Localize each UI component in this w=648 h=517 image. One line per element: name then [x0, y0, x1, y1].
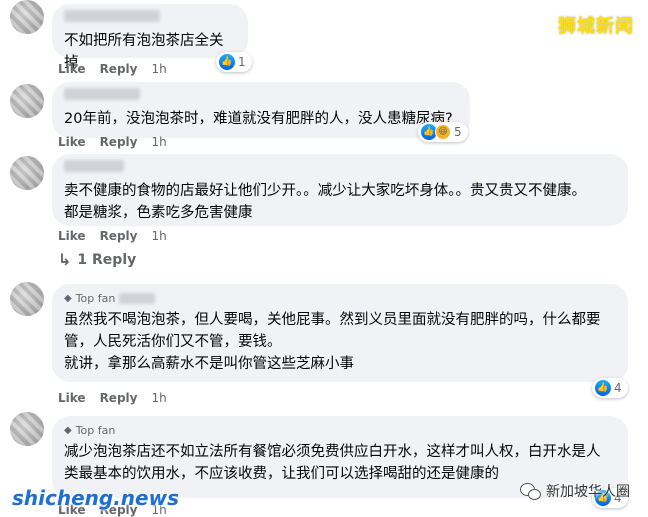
comment-text: 减少泡泡茶店还不如立法所有餐馆必须免费供应白开水，这样才叫人权，白开水是人 类最…: [64, 444, 601, 482]
comment-bubble: 不如把所有泡泡茶店全关掉: [52, 4, 248, 71]
top-fan-badge: ◆ Top fan: [64, 424, 116, 437]
timestamp[interactable]: 1h: [151, 135, 166, 149]
commenter-name[interactable]: [64, 160, 124, 172]
avatar[interactable]: [10, 156, 44, 190]
commenter-name[interactable]: [64, 10, 160, 22]
avatar[interactable]: [10, 84, 44, 118]
like-button[interactable]: Like: [58, 62, 86, 76]
like-reaction-icon: 👍: [219, 54, 235, 70]
reply-button[interactable]: Reply: [100, 62, 138, 76]
reaction-count[interactable]: 👍 😆 5: [418, 122, 468, 142]
top-fan-badge: ◆ Top fan: [64, 292, 616, 305]
watermark-wechat: 新加坡华人圈: [520, 481, 630, 501]
comment-bubble: ◆ Top fan 虽然我不喝泡泡茶，但人要喝，关他屁事。然到义员里面就没有肥胖…: [52, 284, 628, 382]
comment-actions: Like Reply 1h: [58, 229, 167, 243]
avatar[interactable]: [10, 412, 44, 446]
comment-actions: Like Reply 1h: [58, 135, 167, 149]
like-reaction-icon: 👍: [595, 380, 611, 396]
comment-text: 虽然我不喝泡泡茶，但人要喝，关他屁事。然到义员里面就没有肥胖的吗，什么都要 管，…: [64, 312, 601, 372]
reaction-count[interactable]: 👍 4: [592, 378, 628, 398]
comment-actions: Like Reply 1h: [58, 62, 167, 76]
timestamp[interactable]: 1h: [151, 62, 166, 76]
comment-bubble: 20年前，没泡泡茶时，难道就没有肥胖的人，没人患糖尿病?: [52, 82, 470, 138]
avatar[interactable]: [10, 282, 44, 316]
reply-button[interactable]: Reply: [100, 229, 138, 243]
like-button[interactable]: Like: [58, 229, 86, 243]
like-button[interactable]: Like: [58, 135, 86, 149]
reply-arrow-icon: ↳: [58, 250, 72, 269]
comment-text: 20年前，没泡泡茶时，难道就没有肥胖的人，没人患糖尿病?: [64, 111, 453, 127]
reaction-count[interactable]: 👍 1: [216, 52, 252, 72]
reply-button[interactable]: Reply: [100, 135, 138, 149]
wechat-icon: [520, 482, 541, 500]
comment-bubble: 卖不健康的食物的店最好让他们少开。。减少让大家吃坏身体。。贵又贵又不健康。 都是…: [52, 154, 628, 226]
timestamp[interactable]: 1h: [151, 229, 166, 243]
like-button[interactable]: Like: [58, 391, 86, 405]
reply-button[interactable]: Reply: [100, 391, 138, 405]
commenter-name[interactable]: [119, 293, 156, 304]
watermark-logo-top: 狮城新闻: [558, 16, 634, 37]
avatar[interactable]: [10, 0, 44, 34]
comment-text: 卖不健康的食物的店最好让他们少开。。减少让大家吃坏身体。。贵又贵又不健康。 都是…: [64, 183, 586, 221]
diamond-icon: ◆: [64, 425, 72, 436]
comment-actions: Like Reply 1h: [58, 391, 167, 405]
commenter-name[interactable]: [64, 88, 140, 100]
view-replies-link[interactable]: ↳ 1 Reply: [58, 250, 136, 269]
timestamp[interactable]: 1h: [151, 391, 166, 405]
diamond-icon: ◆: [64, 293, 72, 304]
haha-reaction-icon: 😆: [435, 124, 451, 140]
watermark-site: shicheng.news: [12, 486, 179, 510]
